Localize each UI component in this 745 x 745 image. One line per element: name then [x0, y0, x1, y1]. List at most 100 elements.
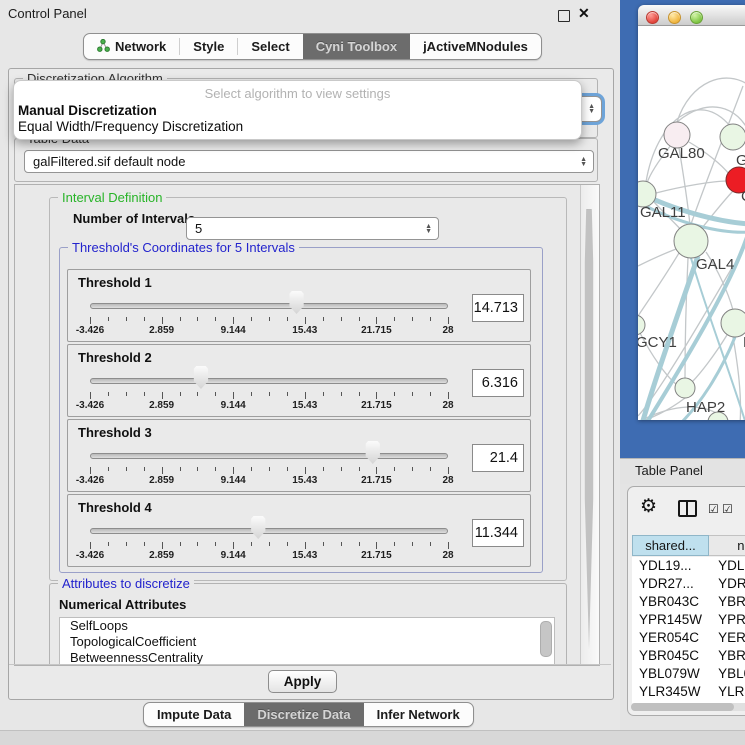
tab-network[interactable]: Network [84, 34, 179, 59]
algorithm-popup-item[interactable]: Equal Width/Frequency Discretization [18, 119, 243, 134]
attribute-list-item[interactable]: SelfLoops [60, 618, 554, 634]
tick-mark [180, 317, 181, 321]
number-of-intervals-value: 5 [195, 221, 202, 236]
close-traffic-light-icon[interactable] [646, 11, 659, 24]
zoom-traffic-light-icon[interactable] [690, 11, 703, 24]
slider-thumb[interactable] [288, 291, 305, 314]
tick-label: 9.144 [221, 550, 246, 561]
table-cell: YBL079W [708, 665, 745, 683]
slider-thumb[interactable] [192, 366, 209, 389]
slider-thumb[interactable] [250, 516, 267, 539]
column-header-1[interactable]: name [709, 535, 745, 556]
tab-label: Network [115, 39, 166, 54]
tick-mark [323, 392, 324, 396]
slider-thumb[interactable] [364, 441, 381, 464]
table-row[interactable]: YBL079WYBL079W [632, 665, 745, 683]
table-cell: YDR27... [708, 575, 745, 593]
checkbox-icon[interactable]: ☑ [708, 502, 719, 516]
table-cell: YBR043C [708, 593, 745, 611]
tick-mark [126, 392, 127, 396]
tick-mark [394, 392, 395, 396]
table-row[interactable]: YDL19...YDL19... [632, 557, 745, 575]
threshold-slider[interactable]: -3.4262.8599.14415.4321.71528 [90, 516, 448, 562]
tab-cyni-toolbox[interactable]: Cyni Toolbox [303, 34, 410, 59]
table-row[interactable]: YDR27...YDR27... [632, 575, 745, 593]
number-of-intervals-combobox[interactable]: 5 ▲▼ [186, 217, 439, 240]
threshold-value-field[interactable]: 11.344 [472, 519, 524, 547]
top-tab-bar: Network Style SelectCyni ToolboxjActiveMNo… [83, 33, 542, 60]
table-row[interactable]: YBR045CYBR045C [632, 647, 745, 665]
tick-label: 9.144 [221, 400, 246, 411]
threshold-slider[interactable]: -3.4262.8599.14415.4321.71528 [90, 366, 448, 412]
thresholds-group-title: Threshold's Coordinates for 5 Intervals [68, 240, 299, 255]
threshold-slider[interactable]: -3.4262.8599.14415.4321.71528 [90, 441, 448, 487]
slider-track[interactable] [90, 528, 448, 534]
tick-mark [448, 467, 449, 474]
threshold-value-field[interactable]: 21.4 [472, 444, 524, 472]
tab-label: Impute Data [157, 707, 231, 722]
tab-discretize-data[interactable]: Discretize Data [244, 703, 363, 726]
close-icon[interactable]: ✕ [578, 5, 590, 22]
tick-mark [251, 317, 252, 321]
vertical-scrollbar[interactable] [580, 185, 599, 665]
tick-mark [108, 392, 109, 396]
gear-icon[interactable]: ⚙ [640, 495, 657, 518]
table-cell: YER054C [632, 629, 708, 647]
algorithm-prompt-item[interactable]: Select algorithm to view settings [14, 86, 581, 101]
tick-label: 28 [442, 325, 453, 336]
tab-label: Style [193, 39, 224, 54]
table-row[interactable]: YPR145WYPR145W [632, 611, 745, 629]
tick-mark [144, 542, 145, 546]
threshold-value-field[interactable]: 6.316 [472, 369, 524, 397]
numerical-attributes-list[interactable]: SelfLoopsTopologicalCoefficientBetweenne… [59, 617, 555, 666]
threshold-value-field[interactable]: 14.713 [472, 294, 524, 322]
attributes-scrollbar-thumb[interactable] [540, 621, 552, 657]
algorithm-popup-item[interactable]: Manual Discretization [18, 103, 157, 118]
tab-select[interactable]: Select [238, 34, 302, 59]
table-row[interactable]: YER054CYER054C [632, 629, 745, 647]
tick-mark [180, 467, 181, 471]
tick-mark [412, 392, 413, 396]
tick-mark [126, 467, 127, 471]
tick-mark [215, 392, 216, 396]
horizontal-scrollbar[interactable] [631, 703, 745, 711]
threshold-label: Threshold 3 [78, 425, 152, 440]
slider-track[interactable] [90, 303, 448, 309]
stepper-arrows-icon: ▲▼ [588, 97, 595, 121]
tab-impute-data[interactable]: Impute Data [144, 703, 244, 726]
tick-mark [305, 467, 306, 474]
horizontal-scrollbar-thumb[interactable] [631, 703, 734, 711]
tick-mark [126, 317, 127, 321]
tick-mark [305, 317, 306, 324]
tick-mark [305, 542, 306, 549]
slider-track[interactable] [90, 453, 448, 459]
network-canvas[interactable]: GAL80GACGAL11GAL4GCY1HHAP2 [638, 26, 745, 420]
network-window-titlebar[interactable] [638, 5, 745, 26]
table-row[interactable]: YLR345WYLR345W [632, 683, 745, 701]
slider-track[interactable] [90, 378, 448, 384]
table-row[interactable]: YBR043CYBR043C [632, 593, 745, 611]
checkbox-icon[interactable]: ☑ [722, 502, 733, 516]
tab-infer-network[interactable]: Infer Network [364, 703, 473, 726]
tab-style[interactable]: Style [180, 34, 237, 59]
column-header-0[interactable]: shared... [632, 535, 709, 556]
table-data-combobox[interactable]: galFiltered.sif default node ▲▼ [24, 150, 594, 173]
tick-mark [394, 317, 395, 321]
float-window-icon[interactable] [558, 10, 570, 22]
tick-mark [233, 317, 234, 324]
network-window[interactable]: GAL80GACGAL11GAL4GCY1HHAP2 [638, 5, 745, 420]
attribute-list-item[interactable]: TopologicalCoefficient [60, 634, 554, 650]
tab-jactivemnodules[interactable]: jActiveMNodules [410, 34, 541, 59]
minimize-traffic-light-icon[interactable] [668, 11, 681, 24]
threshold-slider[interactable]: -3.4262.8599.14415.4321.71528 [90, 291, 448, 337]
node-label: GAL80 [658, 145, 705, 162]
tick-mark [412, 542, 413, 546]
tick-mark [430, 467, 431, 471]
table-cell: YLR345W [708, 683, 745, 701]
split-columns-icon[interactable] [678, 500, 697, 517]
tick-mark [448, 392, 449, 399]
vertical-scrollbar-thumb[interactable] [584, 209, 594, 649]
threshold-panel-4: Threshold 4-3.4262.8599.14415.4321.71528… [67, 494, 531, 567]
tick-mark [448, 317, 449, 324]
apply-button[interactable]: Apply [268, 670, 337, 693]
